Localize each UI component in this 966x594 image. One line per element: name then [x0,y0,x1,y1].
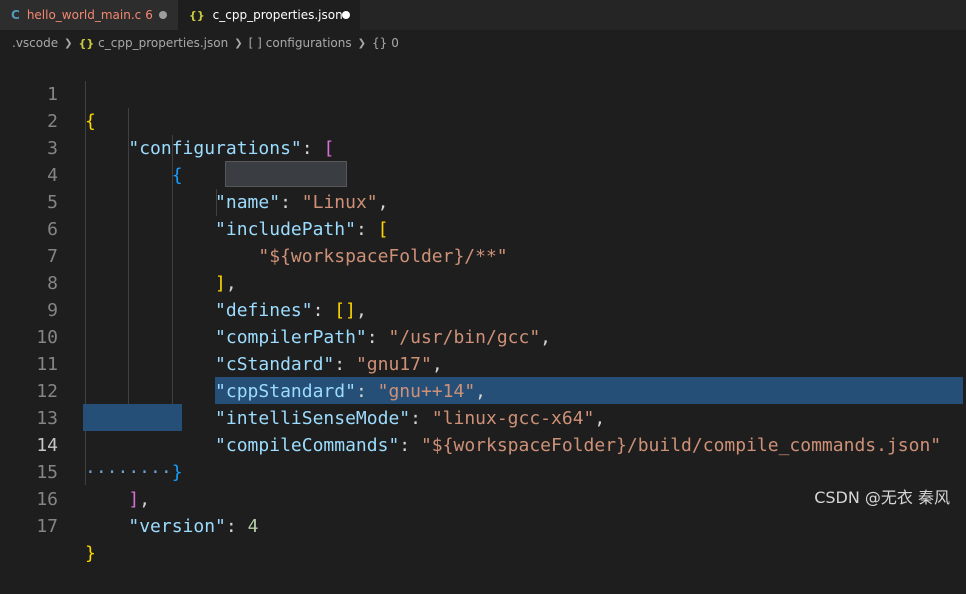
tab-bar: C hello_world_main.c 6 {} c_cpp_properti… [0,0,966,30]
code-line: 16 "version": 4 [0,459,966,537]
breadcrumb-folder[interactable]: .vscode [12,36,58,50]
code-line: 5 "includePath": [ [0,162,966,240]
tab-hello-world-main-c[interactable]: C hello_world_main.c 6 [0,0,178,30]
code-line: 12 "intelliSenseMode": "linux-gcc-x64", [0,351,966,429]
code-line: 9 "compilerPath": "/usr/bin/gcc", [0,270,966,348]
chevron-right-icon: ❯ [234,37,243,49]
json-braces-icon: {} [189,8,205,22]
tab-label: hello_world_main.c [26,8,142,22]
problem-count-badge: 6 [145,8,153,22]
object-braces-icon: {} [372,36,388,50]
code-line: 7 ], [0,216,966,294]
code-line: 6 "${workspaceFolder}/**" [0,189,966,267]
code-line-active: 14 ········} [0,405,966,483]
unsaved-dot-icon[interactable] [342,11,350,19]
code-line: 8 "defines": [], [0,243,966,321]
array-brackets-icon: [ ] [248,36,262,50]
code-line: 2 "configurations": [ [0,81,966,159]
breadcrumb-configurations[interactable]: configurations [266,36,352,50]
code-line: 15 ], [0,432,966,510]
chevron-right-icon: ❯ [357,37,367,49]
c-language-icon: C [11,8,20,22]
code-line: 1 { [0,54,966,132]
chevron-right-icon: ❯ [64,37,73,49]
breadcrumb-index[interactable]: 0 [391,36,399,50]
breadcrumb-file[interactable]: c_cpp_properties.json [98,36,228,50]
line-number: 17 [36,516,58,537]
json-braces-icon: {} [78,36,95,50]
code-editor[interactable]: 1 { 2 "configurations": [ 3 { 4 "name": … [0,54,966,564]
code-line: 3 { [0,108,966,186]
code-line: 11 "cppStandard": "gnu++14", [0,324,966,402]
modified-dot-icon[interactable] [159,11,167,19]
code-line: 10 "cStandard": "gnu17", [0,297,966,375]
code-line: 4 "name": "Linux", [0,135,966,213]
breadcrumb: .vscode ❯ {} c_cpp_properties.json ❯ [ ]… [12,34,399,52]
code-line: 13 "compileCommands": "${workspaceFolder… [0,378,966,456]
tab-label: c_cpp_properties.json [212,8,343,22]
watermark: CSDN @无衣 秦风 [814,488,950,507]
tab-c-cpp-properties-json[interactable]: {} c_cpp_properties.json [178,0,360,30]
